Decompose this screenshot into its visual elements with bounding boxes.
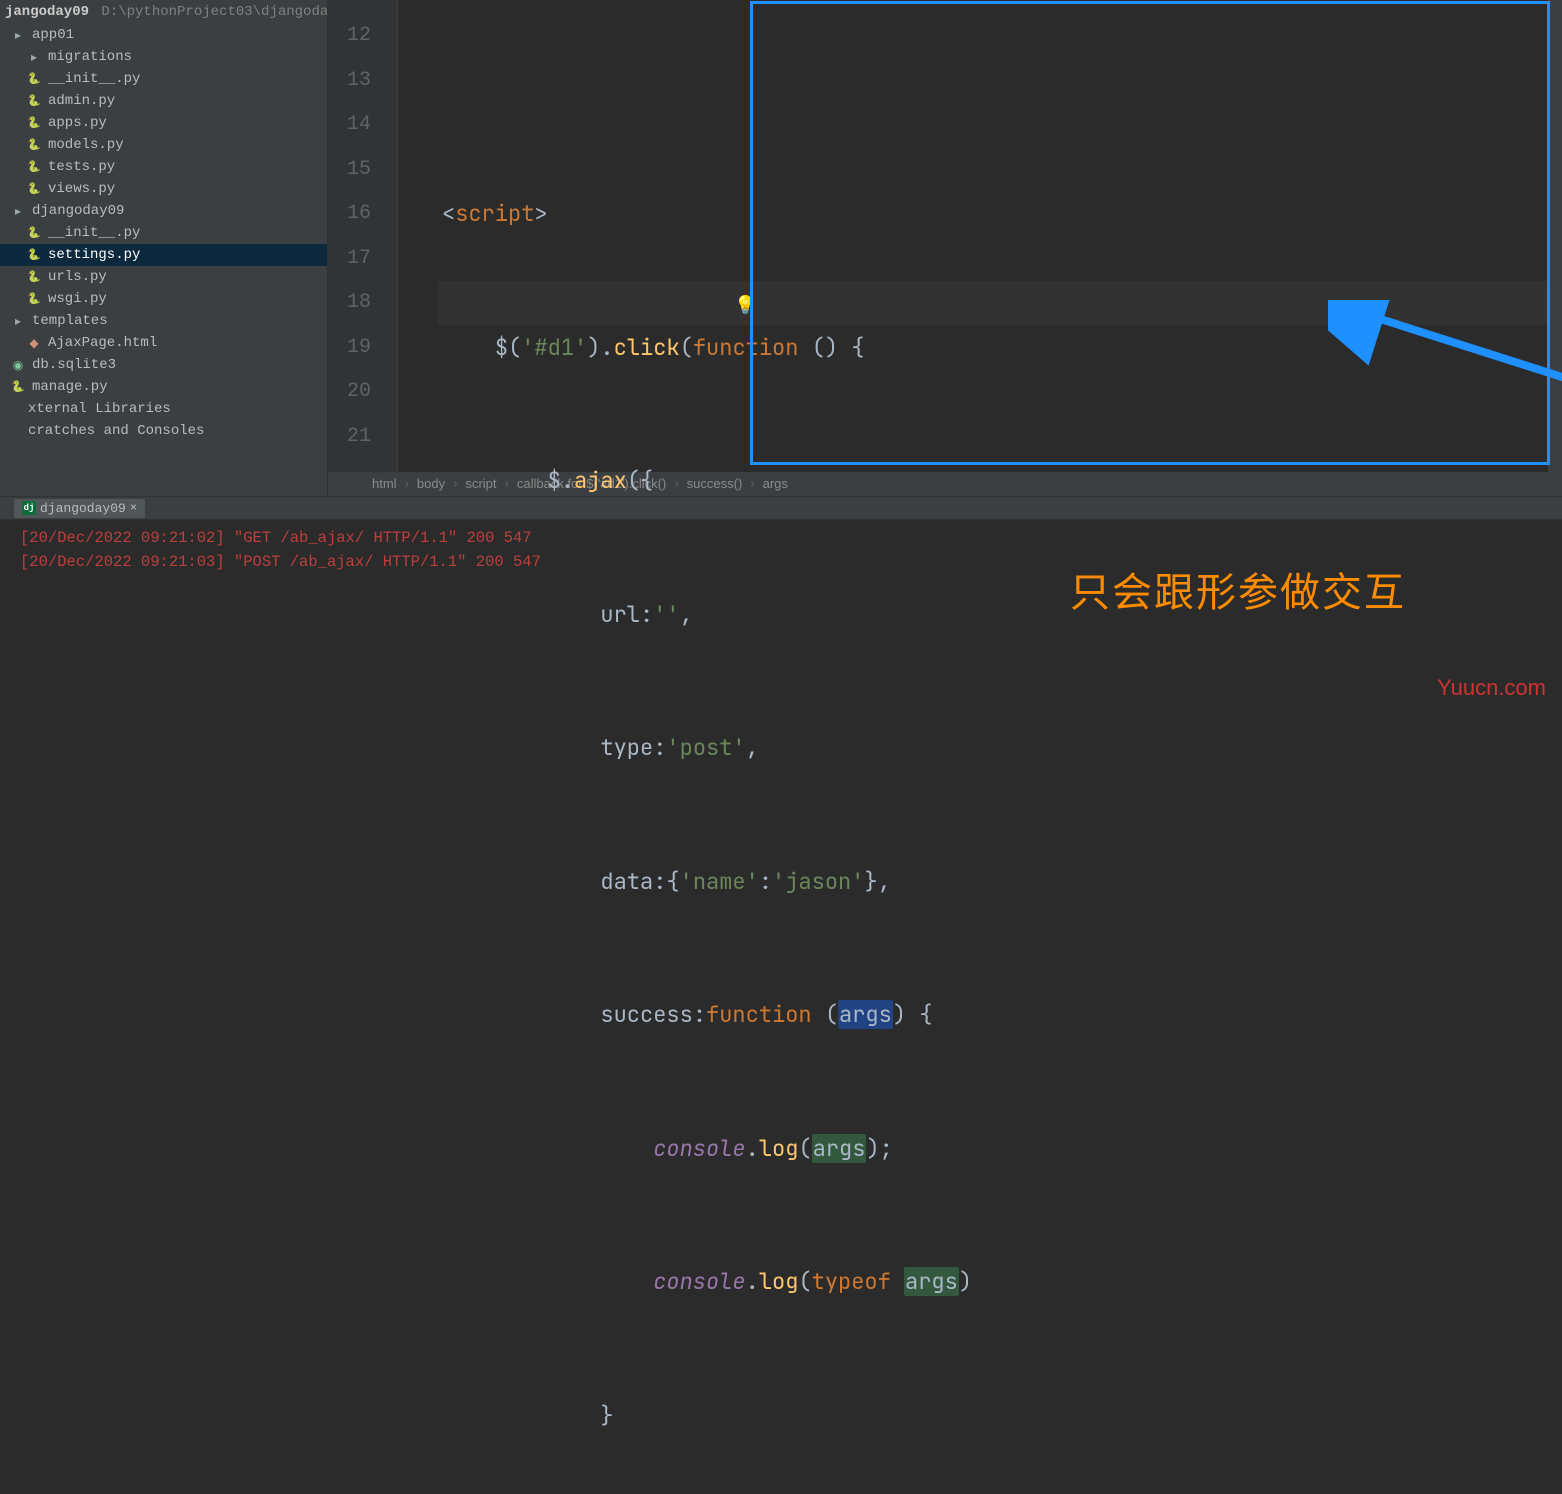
blank-icon (6, 401, 22, 417)
watermark-text: Yuucn.com (1437, 675, 1546, 701)
breadcrumb-item[interactable]: html (368, 472, 401, 496)
folder-icon: ▸ (10, 27, 26, 43)
project-header: jangoday09 D:\pythonProject03\djangoday0… (0, 0, 327, 24)
python-file-icon: 🐍 (26, 291, 42, 307)
tree-item-db-sqlite3[interactable]: ◉ db.sqlite3 (0, 354, 327, 376)
project-name: jangoday09 (5, 4, 89, 20)
tree-item-manage-py[interactable]: 🐍 manage.py (0, 376, 327, 398)
tree-item-models-py[interactable]: 🐍 models.py (0, 134, 327, 156)
line-number: 14 (328, 103, 397, 148)
python-file-icon: 🐍 (26, 93, 42, 109)
python-file-icon: 🐍 (10, 379, 26, 395)
python-file-icon: 🐍 (26, 225, 42, 241)
line-gutter: 12131415161718192021 (328, 0, 398, 472)
tree-item-label: models.py (48, 137, 124, 153)
tree-item-label: templates (32, 313, 108, 329)
tree-item-label: manage.py (32, 379, 108, 395)
code-area[interactable]: <script> $('#d1').click(function () { $.… (438, 0, 1562, 472)
fold-column (398, 0, 438, 472)
tree-item-apps-py[interactable]: 🐍 apps.py (0, 112, 327, 134)
python-file-icon: 🐍 (26, 269, 42, 285)
line-number: 20 (328, 370, 397, 415)
blank-icon (6, 423, 22, 439)
tree-item-djangoday09[interactable]: ▸ djangoday09 (0, 200, 327, 222)
tag-bracket: < (442, 199, 455, 228)
tree-item-cratches-and-consoles[interactable]: cratches and Consoles (0, 420, 327, 442)
tree-item-app01[interactable]: ▸ app01 (0, 24, 327, 46)
django-icon: dj (22, 501, 36, 515)
project-tree[interactable]: jangoday09 D:\pythonProject03\djangoday0… (0, 0, 328, 496)
python-file-icon: 🐍 (26, 159, 42, 175)
line-number: 17 (328, 237, 397, 282)
tree-item-label: AjaxPage.html (48, 335, 157, 351)
tree-item-label: settings.py (48, 247, 140, 263)
breadcrumb-separator-icon: › (401, 472, 413, 496)
run-tab-djangoday09[interactable]: dj djangoday09 × (14, 499, 145, 518)
annotation-text: 只会跟形参做交互 (1070, 560, 1406, 618)
tag-bracket: > (534, 199, 547, 228)
tree-item-label: migrations (48, 49, 132, 65)
tree-item-label: admin.py (48, 93, 115, 109)
project-path: D:\pythonProject03\djangoday09 (101, 4, 328, 20)
tree-item-label: views.py (48, 181, 115, 197)
close-icon[interactable]: × (130, 501, 137, 515)
tree-item-label: apps.py (48, 115, 107, 131)
tree-item-label: wsgi.py (48, 291, 107, 307)
tree-item-xternal-libraries[interactable]: xternal Libraries (0, 398, 327, 420)
python-file-icon: 🐍 (26, 137, 42, 153)
line-number: 15 (328, 148, 397, 193)
tree-item-wsgi-py[interactable]: 🐍 wsgi.py (0, 288, 327, 310)
tree-item-label: tests.py (48, 159, 115, 175)
tree-item-label: cratches and Consoles (28, 423, 204, 439)
line-number: 13 (328, 59, 397, 104)
tree-item-label: __init__.py (48, 71, 140, 87)
tree-item-label: __init__.py (48, 225, 140, 241)
tree-item-label: urls.py (48, 269, 107, 285)
tree-item-label: djangoday09 (32, 203, 124, 219)
tree-item-views-py[interactable]: 🐍 views.py (0, 178, 327, 200)
folder-icon: ▸ (26, 49, 42, 65)
tree-item-urls-py[interactable]: 🐍 urls.py (0, 266, 327, 288)
tree-item-ajaxpage-html[interactable]: ◆ AjaxPage.html (0, 332, 327, 354)
python-file-icon: 🐍 (26, 71, 42, 87)
database-icon: ◉ (10, 357, 26, 373)
tree-item-admin-py[interactable]: 🐍 admin.py (0, 90, 327, 112)
folder-icon: ▸ (10, 203, 26, 219)
tree-item-tests-py[interactable]: 🐍 tests.py (0, 156, 327, 178)
intention-bulb-icon[interactable]: 💡 (734, 295, 756, 317)
tree-item-label: xternal Libraries (28, 401, 171, 417)
line-number: 16 (328, 192, 397, 237)
python-file-icon: 🐍 (26, 181, 42, 197)
tree-item-label: db.sqlite3 (32, 357, 116, 373)
python-file-icon: 🐍 (26, 247, 42, 263)
line-number: 19 (328, 326, 397, 371)
tree-item---init---py[interactable]: 🐍 __init__.py (0, 68, 327, 90)
line-number: 12 (328, 14, 397, 59)
tree-item-label: app01 (32, 27, 74, 43)
line-number: 18 (328, 281, 397, 326)
terminal-line: [20/Dec/2022 09:21:02] "GET /ab_ajax/ HT… (20, 526, 1542, 550)
tree-item-templates[interactable]: ▸ templates (0, 310, 327, 332)
run-tab-label: djangoday09 (40, 501, 126, 516)
line-number: 21 (328, 415, 397, 460)
tree-item---init---py[interactable]: 🐍 __init__.py (0, 222, 327, 244)
folder-icon: ▸ (10, 313, 26, 329)
tag-name: script (455, 199, 534, 228)
python-file-icon: 🐍 (26, 115, 42, 131)
param-args: args (838, 1000, 893, 1029)
tree-item-settings-py[interactable]: 🐍 settings.py (0, 244, 327, 266)
tree-item-migrations[interactable]: ▸ migrations (0, 46, 327, 68)
code-editor[interactable]: 12131415161718192021 <script> $('#d1').c… (328, 0, 1562, 496)
html-file-icon: ◆ (26, 335, 42, 351)
